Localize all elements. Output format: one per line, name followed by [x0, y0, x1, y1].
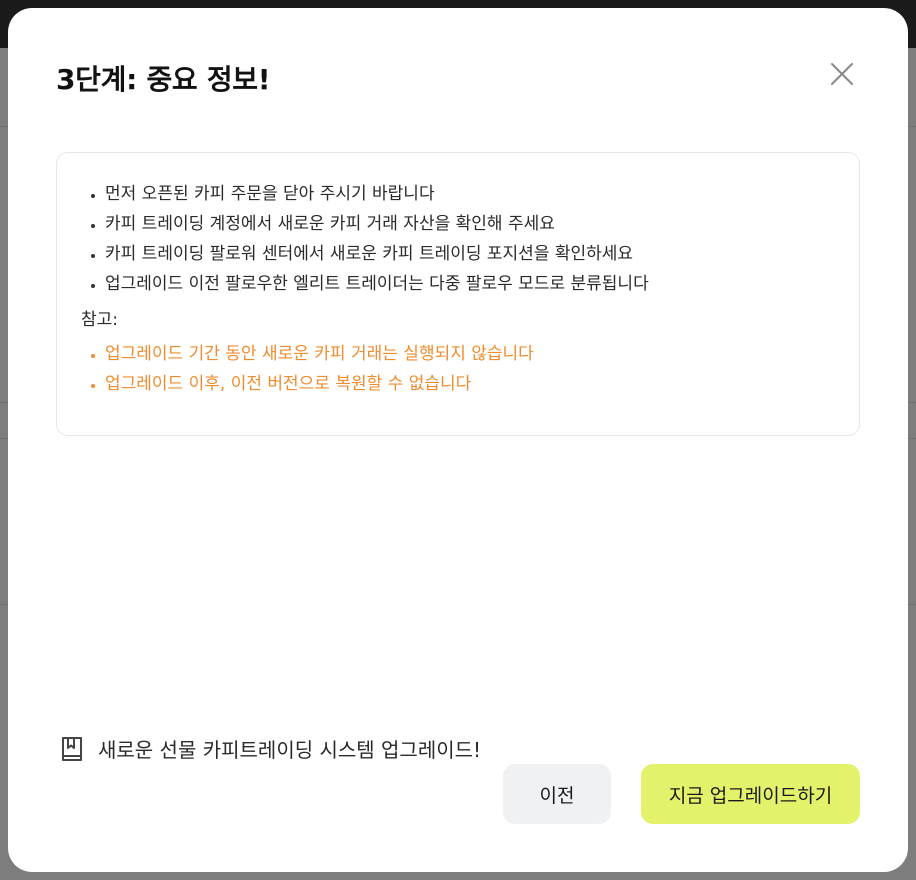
modal-title: 3단계: 중요 정보! [56, 63, 271, 96]
upgrade-modal: 3단계: 중요 정보! 먼저 오픈된 카피 주문을 닫아 주시기 바랍니다 카피… [8, 8, 908, 872]
info-item: 업그레이드 이전 팔로우한 엘리트 트레이더는 다중 팔로우 모드로 분류됩니다 [105, 269, 835, 299]
note-label: 참고: [81, 310, 119, 330]
close-button[interactable] [826, 58, 858, 90]
warning-item: 업그레이드 기간 동안 새로운 카피 거래는 실행되지 않습니다 [105, 339, 835, 369]
warning-list: 업그레이드 기간 동안 새로운 카피 거래는 실행되지 않습니다 업그레이드 이… [81, 339, 835, 399]
previous-button[interactable]: 이전 [503, 764, 611, 824]
book-icon [58, 735, 86, 763]
upgrade-guide-link[interactable]: 새로운 선물 카피트레이딩 시스템 업그레이드! [58, 734, 481, 763]
upgrade-guide-label: 새로운 선물 카피트레이딩 시스템 업그레이드! [98, 738, 482, 762]
upgrade-now-button[interactable]: 지금 업그레이드하기 [641, 764, 860, 824]
close-icon [831, 63, 853, 85]
important-info-box: 먼저 오픈된 카피 주문을 닫아 주시기 바랍니다 카피 트레이딩 계정에서 새… [56, 152, 860, 436]
info-list: 먼저 오픈된 카피 주문을 닫아 주시기 바랍니다 카피 트레이딩 계정에서 새… [81, 179, 835, 299]
warning-item: 업그레이드 이후, 이전 버전으로 복원할 수 없습니다 [105, 369, 835, 399]
info-item: 먼저 오픈된 카피 주문을 닫아 주시기 바랍니다 [105, 179, 835, 209]
info-item: 카피 트레이딩 계정에서 새로운 카피 거래 자산을 확인해 주세요 [105, 209, 835, 239]
info-item: 카피 트레이딩 팔로워 센터에서 새로운 카피 트레이딩 포지션을 확인하세요 [105, 239, 835, 269]
